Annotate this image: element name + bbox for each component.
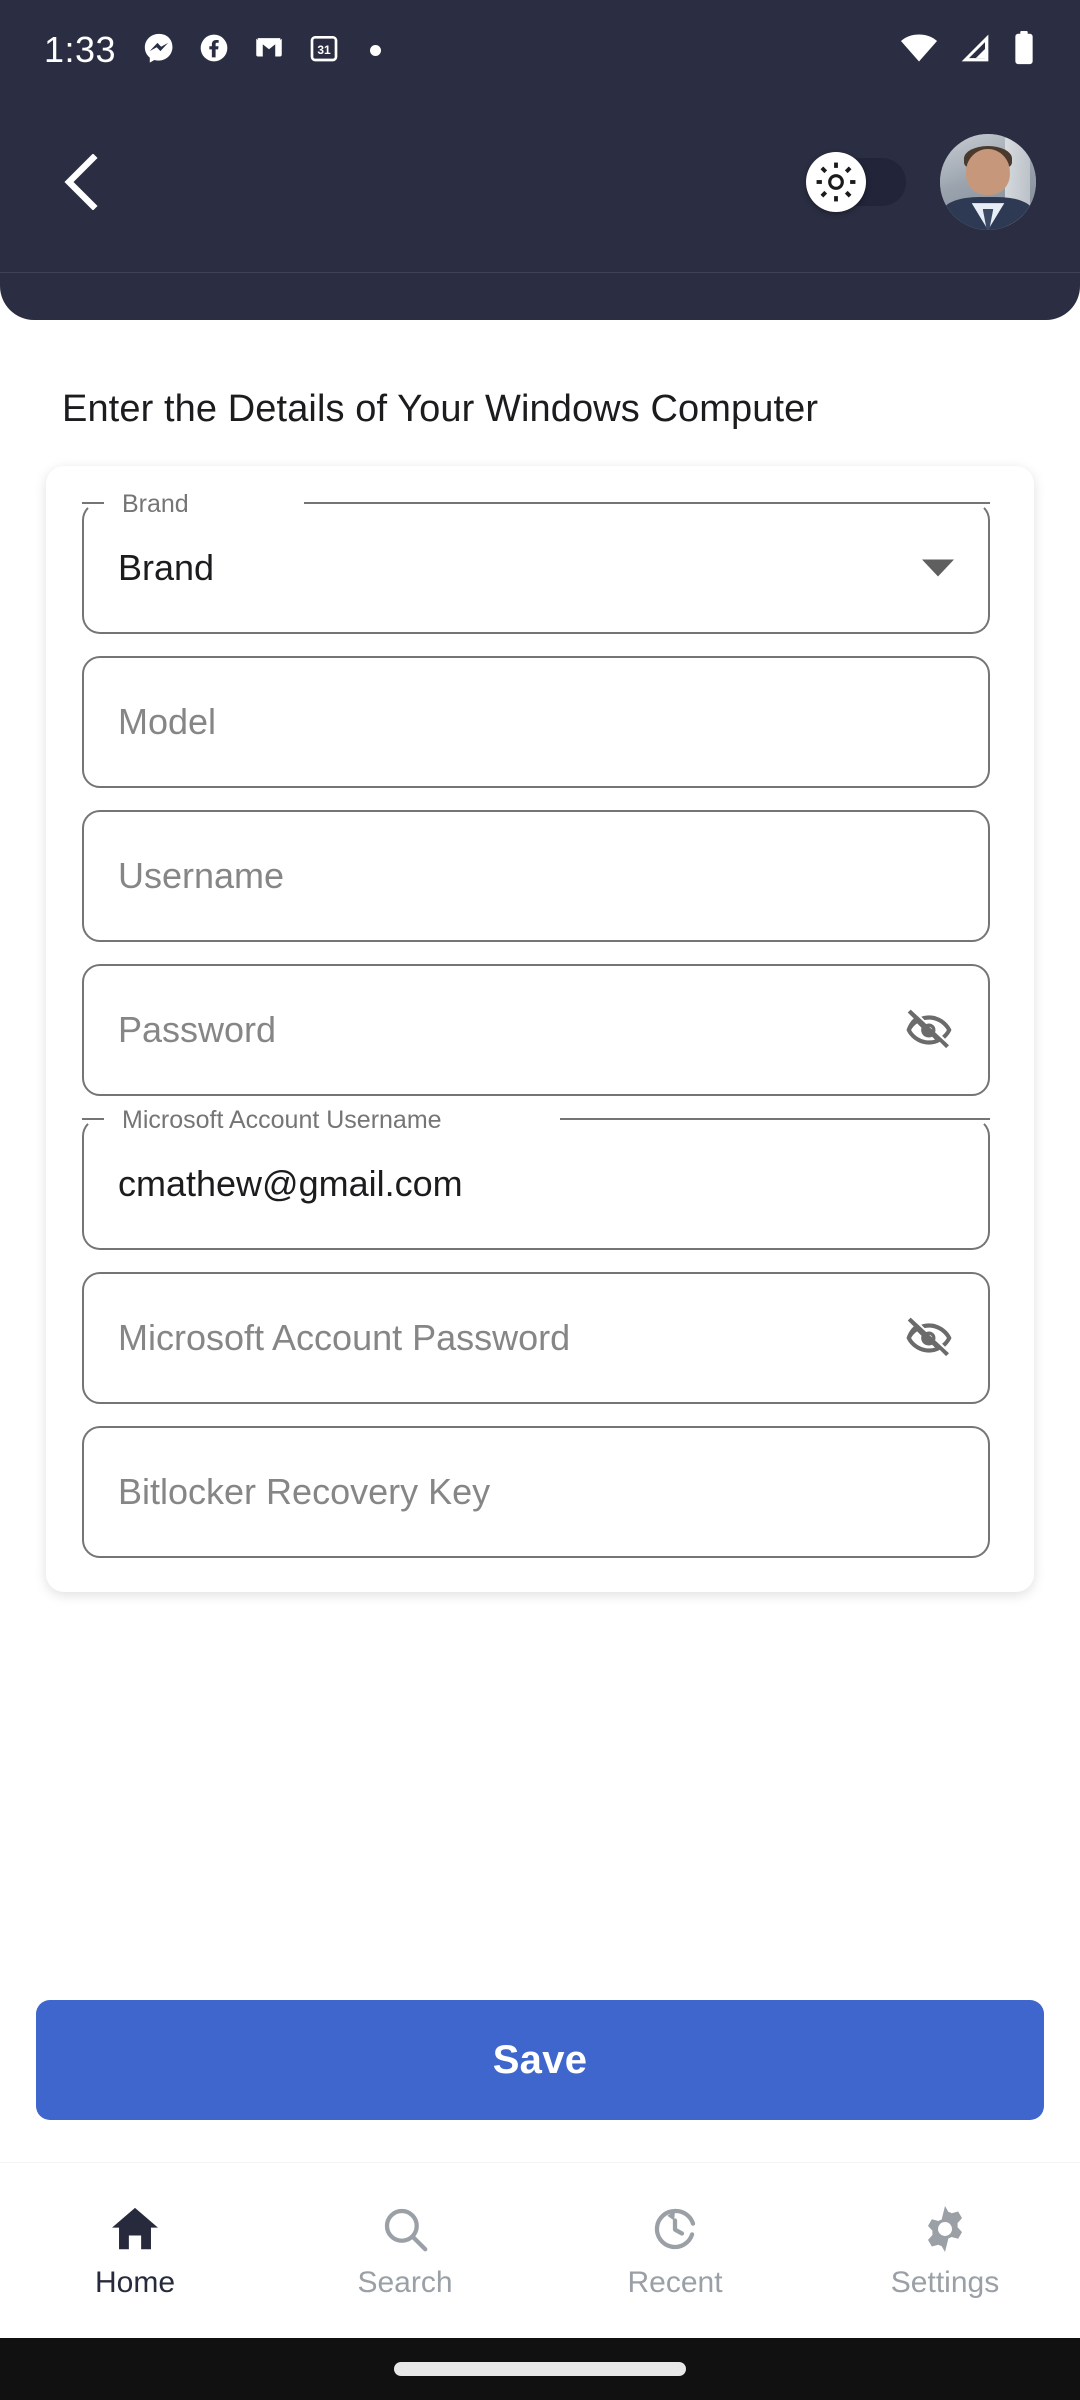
field-value-brand: Brand: [118, 547, 215, 588]
nav-item-recent[interactable]: Recent: [540, 2202, 810, 2300]
nav-label-home: Home: [94, 2265, 176, 2299]
brand-notch-right: [304, 502, 990, 504]
page-title: Enter the Details of Your Windows Comput…: [62, 388, 819, 430]
field-microsoft-account-password[interactable]: Microsoft Account Password: [82, 1272, 990, 1404]
nav-item-settings[interactable]: Settings: [810, 2202, 1080, 2300]
bottom-navigation: Home Search Recent Settings: [0, 2162, 1080, 2338]
brand-notch-left: [82, 502, 104, 504]
field-placeholder-bitlocker-recovery-key: Bitlocker Recovery Key: [118, 1471, 491, 1512]
facebook-icon: [198, 32, 230, 69]
cellular-signal-icon: [958, 33, 992, 68]
gmail-icon: [252, 31, 286, 70]
eye-off-icon: [906, 1009, 952, 1049]
nav-label-recent: Recent: [627, 2265, 723, 2299]
field-password[interactable]: Password: [82, 964, 990, 1096]
status-bar-notification-icons: 31: [142, 31, 900, 70]
home-icon: [112, 2207, 158, 2249]
field-microsoft-account-username[interactable]: Microsoft Account Username cmathew@gmail…: [82, 1101, 990, 1250]
nav-item-home[interactable]: Home: [0, 2202, 270, 2300]
nav-label-settings: Settings: [890, 2265, 1000, 2299]
microsoft-password-visibility-toggle[interactable]: [904, 1313, 954, 1363]
password-visibility-toggle[interactable]: [904, 1005, 954, 1055]
history-icon: [654, 2208, 696, 2249]
field-placeholder-username: Username: [118, 855, 285, 896]
chevron-left-icon: [64, 154, 98, 210]
wifi-icon: [900, 33, 938, 68]
field-label-microsoft-account-username: Microsoft Account Username: [114, 1101, 450, 1139]
app-bar: [0, 100, 1080, 320]
field-username[interactable]: Username: [82, 810, 990, 942]
chevron-down-icon: [922, 559, 954, 577]
field-bitlocker-recovery-key[interactable]: Bitlocker Recovery Key: [82, 1426, 990, 1558]
status-bar-system-icons: [900, 30, 1036, 70]
nav-label-search: Search: [357, 2265, 453, 2299]
save-button[interactable]: Save: [36, 2000, 1044, 2120]
battery-icon: [1012, 30, 1036, 70]
field-label-brand: Brand: [114, 485, 197, 523]
gesture-handle[interactable]: [394, 2362, 686, 2376]
calendar-icon: 31: [308, 32, 340, 69]
field-value-microsoft-account-username: cmathew@gmail.com: [118, 1163, 463, 1204]
back-button[interactable]: [44, 145, 118, 219]
status-bar-clock: 1:33: [44, 29, 117, 70]
avatar[interactable]: [940, 134, 1036, 230]
field-brand[interactable]: Brand Brand: [82, 485, 990, 634]
field-model[interactable]: Model: [82, 656, 990, 788]
gesture-bar: [0, 2338, 1080, 2400]
field-placeholder-password: Password: [118, 1009, 277, 1050]
app-bar-divider: [0, 272, 1080, 273]
sun-icon: [816, 162, 856, 202]
phone-screen: 1:33 31 Enter the Details of Your Window…: [0, 0, 1080, 2400]
brand-dropdown-toggle[interactable]: [922, 559, 954, 577]
ms-username-notch-right: [560, 1118, 990, 1120]
avatar-face: [965, 149, 1011, 196]
ms-username-notch-left: [82, 1118, 104, 1120]
theme-toggle-knob[interactable]: [806, 152, 866, 212]
svg-text:31: 31: [317, 43, 331, 57]
eye-off-icon: [906, 1317, 952, 1357]
field-placeholder-model: Model: [118, 701, 217, 742]
nav-item-search[interactable]: Search: [270, 2202, 540, 2300]
field-placeholder-microsoft-account-password: Microsoft Account Password: [118, 1317, 571, 1358]
app-bar-actions: [806, 134, 1036, 230]
dot-icon: [370, 44, 382, 56]
status-bar: 1:33 31: [0, 0, 1080, 100]
gear-icon: [928, 2205, 962, 2252]
theme-toggle[interactable]: [806, 152, 906, 212]
search-icon: [384, 2208, 428, 2251]
messenger-icon: [142, 31, 176, 70]
form-card: Brand Brand Model Username Password Micr…: [46, 466, 1034, 1592]
